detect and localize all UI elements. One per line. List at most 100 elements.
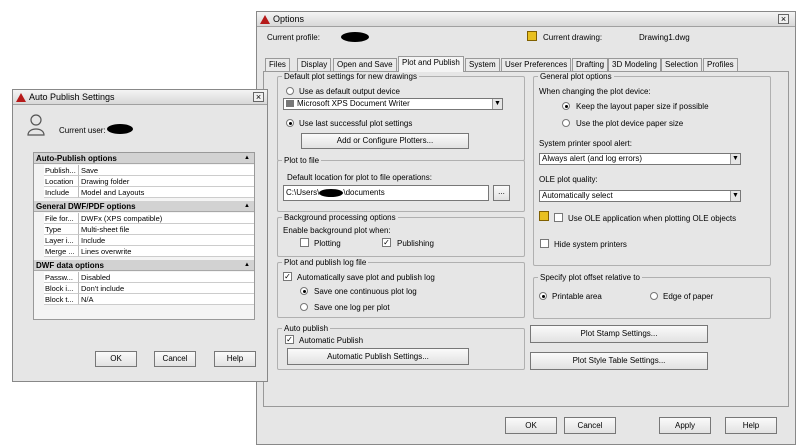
chevron-down-icon[interactable]: ▼ [730,191,740,201]
tab-files[interactable]: Files [265,58,290,72]
section-name: General DWF/PDF options [36,202,136,211]
apply-button[interactable]: Apply [659,417,711,434]
aps-title: Auto Publish Settings [29,92,115,102]
plot-stamp-settings-button[interactable]: Plot Stamp Settings... [530,325,708,343]
automatic-publish-settings-button[interactable]: Automatic Publish Settings... [287,348,469,365]
collapse-icon[interactable]: ▲ [244,201,250,212]
options-titlebar[interactable]: Options × [257,12,795,27]
aps-titlebar[interactable]: Auto Publish Settings × [13,90,267,105]
table-row[interactable]: Passw... Disabled [44,272,254,283]
auto-save-log-checkbox[interactable]: ✓ [283,272,292,281]
table-row[interactable]: Include Model and Layouts [44,187,254,198]
use-last-successful-radio[interactable] [286,119,294,127]
path-suffix: \documents [343,188,385,197]
current-user-label: Current user: [59,126,106,135]
hide-printers-checkbox[interactable] [540,239,549,248]
auto-publish-settings-dialog: Auto Publish Settings × Current user: Au… [12,89,268,382]
table-row[interactable]: Block i... Don't include [44,283,254,294]
use-device-size-radio[interactable] [562,119,570,127]
current-profile-label: Current profile: [267,33,320,42]
drawing-icon [527,31,537,41]
table-row[interactable]: Type Multi-sheet file [44,224,254,235]
automatic-publish-checkbox[interactable]: ✓ [285,335,294,344]
auto-publish-group-label: Auto publish [282,324,331,333]
use-default-output-label: Use as default output device [299,87,400,96]
row-key: Merge ... [44,246,79,257]
printable-area-label: Printable area [552,292,602,301]
cancel-button[interactable]: Cancel [564,417,616,434]
add-configure-plotters-button[interactable]: Add or Configure Plotters... [301,133,469,149]
table-row[interactable]: Merge ... Lines overwrite [44,246,254,257]
plot-style-table-settings-button[interactable]: Plot Style Table Settings... [530,352,708,370]
row-value: Disabled [79,272,254,283]
chevron-down-icon[interactable]: ▼ [492,99,502,109]
background-processing-group: Background processing options [277,213,525,257]
use-ole-label: Use OLE application when plotting OLE ob… [568,214,737,223]
tab-plot-and-publish[interactable]: Plot and Publish [398,56,464,72]
use-default-output-radio[interactable] [286,87,294,95]
plotting-checkbox[interactable] [300,238,309,247]
aps-cancel-button[interactable]: Cancel [154,351,196,367]
redacted-username [319,188,344,197]
browse-button[interactable]: ... [493,185,510,201]
default-plot-group-label: Default plot settings for new drawings [282,72,419,81]
row-key: Publish... [44,165,79,176]
current-drawing-label: Current drawing: [543,33,603,42]
path-prefix: C:\Users\ [286,188,320,197]
row-value: N/A [79,294,254,305]
edge-of-paper-label: Edge of paper [663,292,714,301]
spool-alert-select[interactable]: Always alert (and log errors) ▼ [539,153,741,165]
tab-profiles[interactable]: Profiles [703,58,738,72]
tab-display[interactable]: Display [297,58,332,72]
printer-icon [286,100,294,108]
use-ole-checkbox[interactable] [554,213,563,222]
table-row[interactable]: File for... DWFx (XPS compatible) [44,213,254,224]
tab-system[interactable]: System [465,58,500,72]
output-device-select[interactable]: Microsoft XPS Document Writer ▼ [283,98,503,110]
chevron-down-icon[interactable]: ▼ [730,154,740,164]
one-continuous-log-radio[interactable] [300,287,308,295]
keep-layout-size-radio[interactable] [562,102,570,110]
close-icon[interactable]: × [253,92,264,102]
table-row[interactable]: Location Drawing folder [44,176,254,187]
row-key: Layer i... [44,235,79,246]
auto-publish-options-header[interactable]: Auto-Publish options ▲ [34,153,254,164]
table-row[interactable]: Block t... N/A [44,294,254,305]
aps-help-button[interactable]: Help [214,351,256,367]
plotting-label: Plotting [314,239,341,248]
tab-selection[interactable]: Selection [661,58,702,72]
aps-ok-button[interactable]: OK [95,351,137,367]
close-icon[interactable]: × [778,14,789,24]
changing-device-label: When changing the plot device: [539,87,651,96]
collapse-icon[interactable]: ▲ [244,153,250,164]
dwf-data-options-header[interactable]: DWF data options ▲ [34,260,254,271]
enable-background-label: Enable background plot when: [283,226,391,235]
table-row[interactable]: Publish... Save [44,165,254,176]
tab-drafting[interactable]: Drafting [572,58,609,72]
ok-button[interactable]: OK [505,417,557,434]
ole-quality-select[interactable]: Automatically select ▼ [539,190,741,202]
collapse-icon[interactable]: ▲ [244,260,250,271]
row-value: Lines overwrite [79,246,254,257]
general-plot-options-group-label: General plot options [538,72,614,81]
section-name: Auto-Publish options [36,154,117,163]
ole-icon [539,211,549,221]
keep-layout-size-label: Keep the layout paper size if possible [576,102,709,111]
general-dwf-pdf-options-header[interactable]: General DWF/PDF options ▲ [34,201,254,212]
tab-3d-modeling[interactable]: 3D Modeling [608,58,661,72]
help-button[interactable]: Help [725,417,777,434]
plot-file-location-input[interactable]: C:\Users\ \documents [283,185,489,201]
row-value: Drawing folder [79,176,254,187]
printable-area-radio[interactable] [539,292,547,300]
row-key: Block i... [44,283,79,294]
one-log-per-plot-radio[interactable] [300,303,308,311]
tab-open-and-save[interactable]: Open and Save [333,58,397,72]
table-row[interactable]: Layer i... Include [44,235,254,246]
tab-user-preferences[interactable]: User Preferences [501,58,572,72]
plot-to-file-group-label: Plot to file [282,156,322,165]
row-value: Don't include [79,283,254,294]
use-last-successful-label: Use last successful plot settings [299,119,413,128]
publishing-checkbox[interactable]: ✓ [382,238,391,247]
edge-of-paper-radio[interactable] [650,292,658,300]
options-title: Options [273,14,305,24]
